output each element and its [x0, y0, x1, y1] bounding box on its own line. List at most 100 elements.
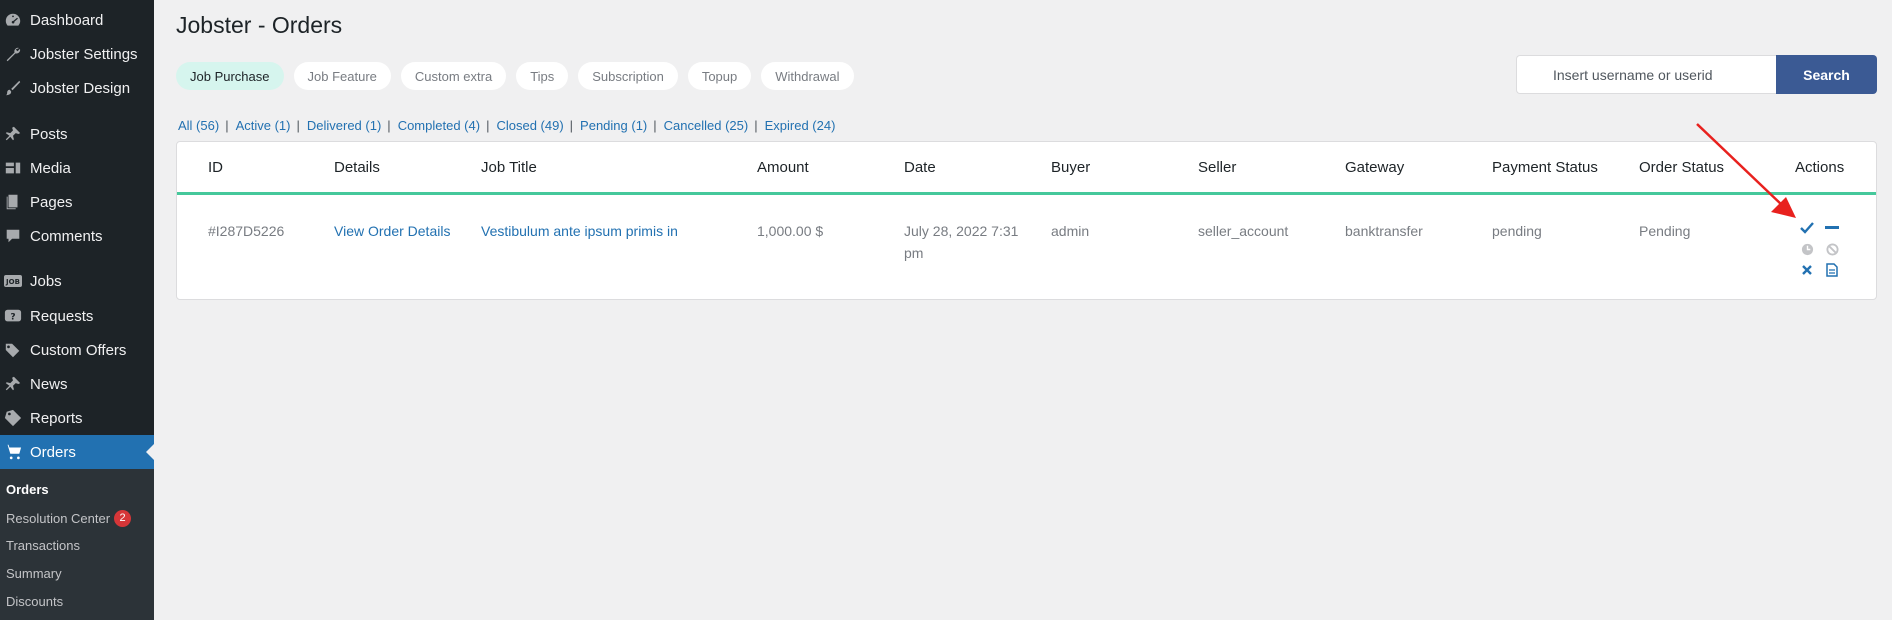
search-input[interactable] — [1516, 55, 1776, 94]
filter-expired[interactable]: Expired (24) — [765, 118, 836, 133]
tab-subscription[interactable]: Subscription — [578, 62, 678, 90]
buyer-name: admin — [1051, 223, 1090, 239]
document-icon[interactable] — [1824, 262, 1840, 278]
tab-job-purchase[interactable]: Job Purchase — [176, 62, 284, 90]
page-title: Jobster - Orders — [176, 12, 343, 38]
sidebar-item-pages[interactable]: Pages — [0, 185, 154, 219]
submenu-label: Discounts — [6, 594, 64, 609]
column-header-gateway: Gateway — [1345, 159, 1405, 176]
sidebar-item-jobs[interactable]: JOB Jobs — [0, 264, 154, 298]
submenu-label: Summary — [6, 566, 62, 581]
order-status: Pending — [1639, 223, 1691, 239]
filter-cancelled[interactable]: Cancelled (25) — [664, 118, 749, 133]
sidebar-item-label: Requests — [30, 307, 94, 325]
filter-separator: | — [225, 118, 229, 133]
tab-tips[interactable]: Tips — [516, 62, 569, 90]
filter-separator: | — [653, 118, 657, 133]
sidebar-item-label: Posts — [30, 125, 68, 143]
tab-job-feature[interactable]: Job Feature — [293, 62, 391, 90]
notification-badge: 2 — [114, 510, 132, 527]
sidebar-item-reports[interactable]: Reports — [0, 401, 154, 435]
search-form: Search — [1516, 55, 1877, 94]
sidebar-item-jobster-design[interactable]: Jobster Design — [0, 71, 154, 105]
submenu-label: Resolution Center — [6, 511, 111, 526]
sidebar-item-label: Media — [30, 159, 71, 177]
job-title-link[interactable]: Vestibulum ante ipsum primis in — [481, 220, 678, 242]
seller-name: seller_account — [1198, 223, 1289, 239]
view-order-details-link[interactable]: View Order Details — [334, 220, 450, 242]
close-icon[interactable] — [1799, 262, 1815, 278]
pin-icon — [2, 125, 24, 143]
submenu-label: Transactions — [6, 538, 80, 553]
tab-withdrawal[interactable]: Withdrawal — [761, 62, 854, 90]
check-icon[interactable] — [1799, 220, 1815, 236]
tab-topup[interactable]: Topup — [687, 62, 752, 90]
table-header: ID Details Job Title Amount Date Buyer S… — [177, 142, 1876, 195]
payment-gateway: banktransfer — [1345, 223, 1423, 239]
filter-pending[interactable]: Pending (1) — [580, 118, 647, 133]
order-amount: 1,000.00 $ — [757, 223, 824, 239]
sidebar-item-orders[interactable]: Orders — [0, 435, 154, 469]
pages-icon — [2, 193, 24, 211]
payment-status: pending — [1492, 223, 1542, 239]
filter-separator: | — [569, 118, 574, 133]
dashboard-icon — [2, 11, 24, 29]
filter-separator: | — [754, 118, 758, 133]
submenu-item-discounts[interactable]: Discounts — [6, 594, 63, 609]
sidebar-item-media[interactable]: Media — [0, 151, 154, 185]
order-type-tabs: Job Purchase Job Feature Custom extra Ti… — [176, 62, 864, 90]
tab-custom-extra[interactable]: Custom extra — [400, 62, 507, 90]
filter-completed[interactable]: Completed (4) — [398, 118, 480, 133]
sidebar-item-label: Reports — [30, 409, 83, 427]
sidebar-item-label: Custom Offers — [30, 341, 127, 359]
sidebar-item-news[interactable]: News — [0, 367, 154, 401]
submenu-item-orders[interactable]: Orders — [6, 482, 49, 497]
filter-all[interactable]: All (56) — [178, 118, 219, 133]
column-header-id: ID — [208, 159, 223, 176]
filter-delivered[interactable]: Delivered (1) — [307, 118, 381, 133]
column-header-seller: Seller — [1198, 159, 1237, 176]
filter-separator: | — [387, 118, 391, 133]
sidebar-item-requests[interactable]: ? Requests — [0, 299, 154, 333]
sidebar-item-custom-offers[interactable]: Custom Offers — [0, 333, 154, 367]
wrench-icon — [2, 45, 24, 63]
filter-active[interactable]: Active (1) — [236, 118, 291, 133]
filter-separator: | — [296, 118, 300, 133]
column-header-date: Date — [904, 159, 936, 176]
sidebar-item-dashboard[interactable]: Dashboard — [0, 3, 154, 37]
block-icon — [1824, 241, 1840, 257]
column-header-amount: Amount — [757, 159, 809, 176]
sidebar-item-label: Dashboard — [30, 11, 104, 29]
sidebar-item-posts[interactable]: Posts — [0, 117, 154, 151]
sidebar-item-label: Jobs — [30, 272, 62, 290]
column-header-order-status: Order Status — [1639, 159, 1725, 176]
brush-icon — [2, 79, 24, 97]
column-header-actions: Actions — [1795, 159, 1845, 176]
sidebar-item-jobster-settings[interactable]: Jobster Settings — [0, 37, 154, 71]
submenu-item-transactions[interactable]: Transactions — [6, 538, 80, 553]
search-button[interactable]: Search — [1776, 55, 1877, 94]
sidebar-item-label: Orders — [30, 443, 76, 461]
column-header-job-title: Job Title — [481, 159, 537, 176]
submenu-item-resolution-center[interactable]: Resolution Center 2 — [6, 510, 132, 527]
filter-closed[interactable]: Closed (49) — [496, 118, 563, 133]
orders-submenu: Orders Resolution Center 2 Transactions … — [0, 469, 154, 620]
status-filter-links: All (56) | Active (1) | Delivered (1) | Com… — [178, 118, 835, 133]
svg-text:?: ? — [10, 313, 15, 323]
submenu-label: Orders — [6, 482, 49, 497]
column-header-details: Details — [334, 159, 380, 176]
order-date-line: pm — [904, 245, 924, 261]
minus-icon[interactable] — [1824, 220, 1840, 236]
pin-icon — [2, 375, 24, 393]
sidebar-item-label: News — [30, 375, 68, 393]
submenu-item-summary[interactable]: Summary — [6, 566, 62, 581]
order-id: #I287D5226 — [208, 223, 285, 239]
sidebar-item-label: Comments — [30, 227, 103, 245]
order-date-line: July 28, 2022 7:31 — [904, 223, 1019, 239]
requests-icon: ? — [2, 307, 24, 325]
media-icon — [2, 159, 24, 177]
sidebar-item-comments[interactable]: Comments — [0, 219, 154, 253]
tag-icon — [2, 409, 24, 427]
column-header-buyer: Buyer — [1051, 159, 1091, 176]
svg-text:JOB: JOB — [5, 278, 20, 286]
